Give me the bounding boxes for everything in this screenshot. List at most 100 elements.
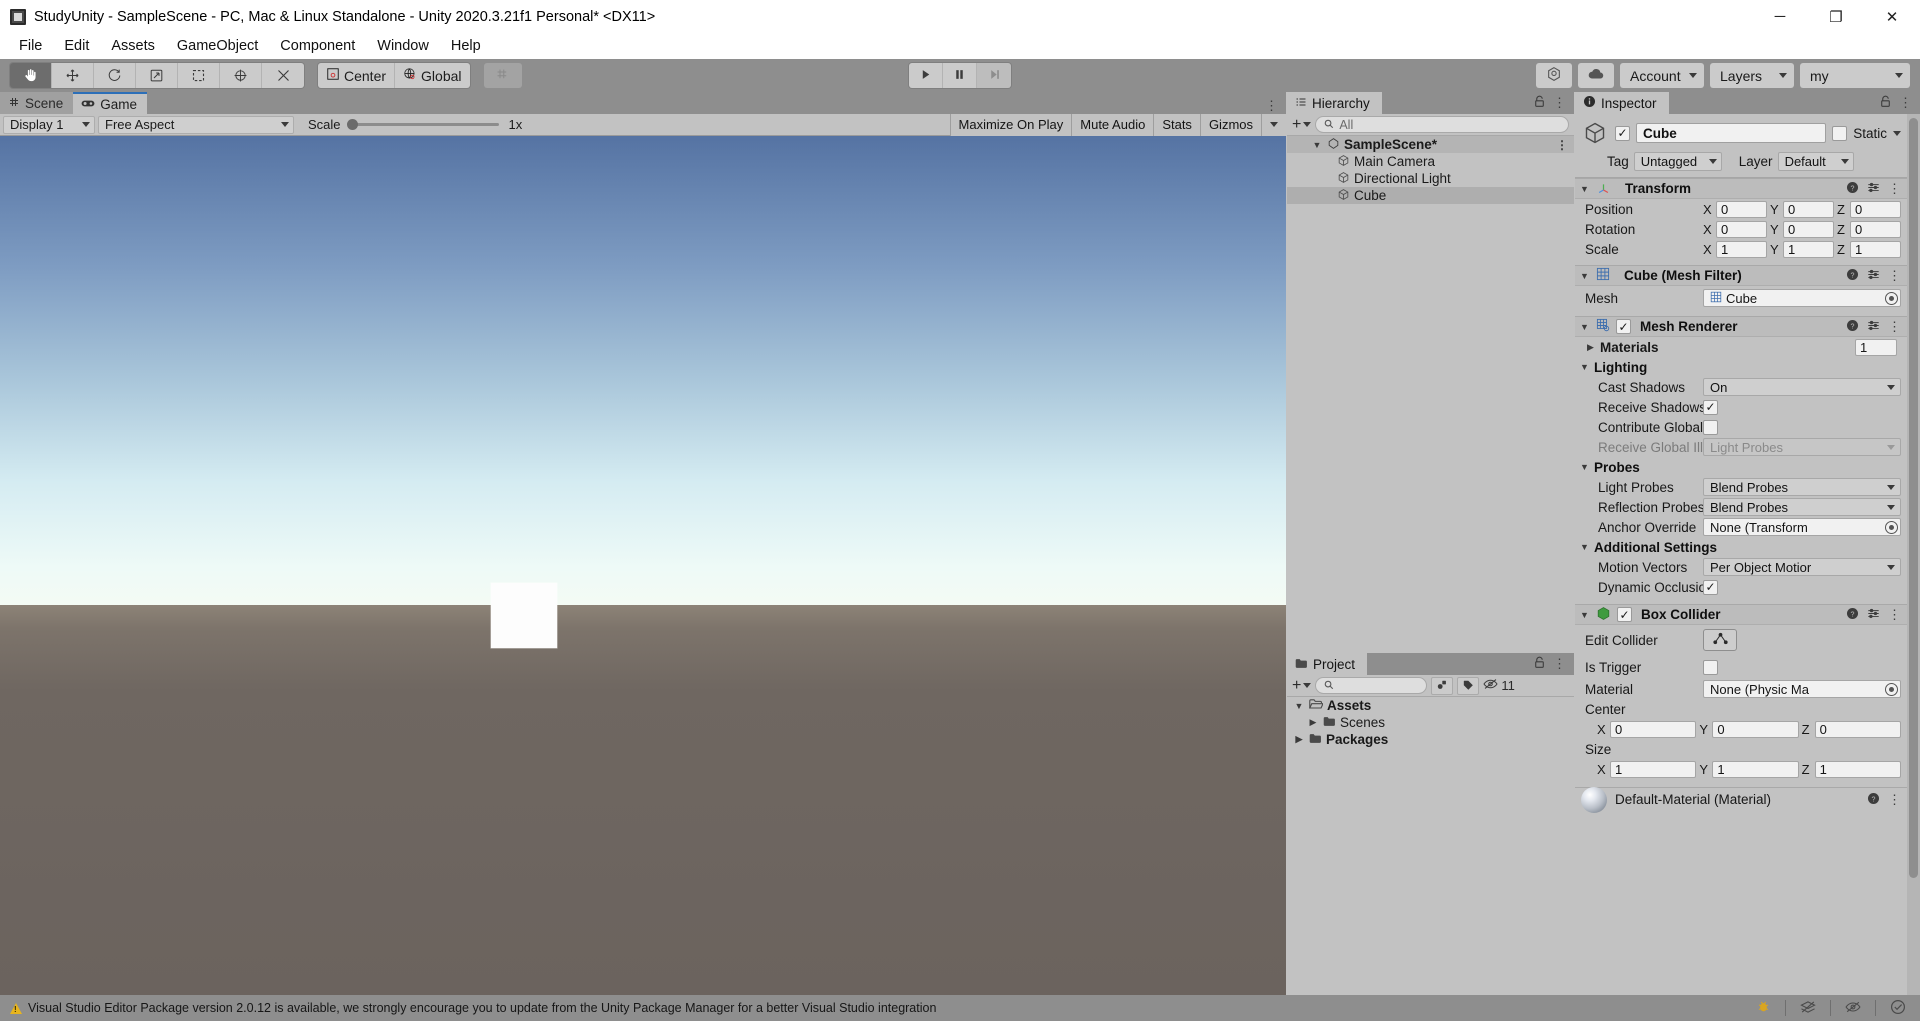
project-row-assets[interactable]: ▼ Assets	[1287, 697, 1574, 714]
dynamic-occlusion-checkbox[interactable]: ✓	[1703, 579, 1718, 595]
pause-button[interactable]	[943, 63, 977, 88]
foldout-expanded-icon[interactable]: ▼	[1293, 701, 1305, 711]
scale-z-input[interactable]: 1	[1850, 240, 1901, 258]
materials-count-input[interactable]: 1	[1855, 338, 1897, 356]
gizmos-toggle[interactable]: Gizmos	[1199, 113, 1261, 136]
cloud-button[interactable]	[1578, 63, 1614, 88]
foldout-expanded-icon[interactable]: ▼	[1579, 362, 1590, 372]
anchor-override-object-field[interactable]: None (Transform	[1703, 518, 1901, 536]
gameobject-enabled-checkbox[interactable]: ✓	[1615, 125, 1630, 141]
rotation-x-input[interactable]: 0	[1716, 220, 1767, 238]
hierarchy-row-cube[interactable]: Cube	[1287, 187, 1574, 204]
create-gameobject-button[interactable]: +	[1292, 116, 1312, 134]
mesh-object-field[interactable]: Cube	[1703, 289, 1901, 307]
scale-slider-knob[interactable]	[346, 119, 358, 130]
position-x-input[interactable]: 0	[1716, 200, 1767, 218]
project-row-scenes[interactable]: ▶ Scenes	[1287, 714, 1574, 731]
light-probes-dropdown[interactable]: Blend Probes	[1703, 478, 1901, 496]
lock-icon[interactable]	[1880, 95, 1891, 111]
foldout-expanded-icon[interactable]: ▼	[1579, 184, 1590, 194]
search-by-type-button[interactable]	[1431, 676, 1454, 695]
position-z-input[interactable]: 0	[1850, 200, 1901, 218]
gizmos-dropdown[interactable]	[1261, 113, 1286, 136]
hierarchy-search-input[interactable]: All	[1315, 116, 1569, 133]
create-asset-button[interactable]: +	[1292, 677, 1312, 695]
game-panel-menu-button[interactable]: ⋮	[1265, 98, 1278, 114]
bug-report-icon[interactable]	[1756, 999, 1771, 1017]
project-search-input[interactable]	[1315, 677, 1428, 694]
rotate-tool-button[interactable]	[94, 63, 136, 88]
preset-icon[interactable]	[1867, 181, 1880, 197]
material-preview-header[interactable]: Default-Material (Material) ? ⋮	[1575, 786, 1907, 813]
materials-row[interactable]: ▶ Materials 1	[1575, 337, 1907, 357]
contribute-global-checkbox[interactable]: ✓	[1703, 419, 1718, 435]
hierarchy-menu-button[interactable]: ⋮	[1553, 95, 1566, 111]
collider-size-x-input[interactable]: 1	[1610, 760, 1697, 778]
transform-component-header[interactable]: ▼ Transform ? ⋮	[1575, 178, 1907, 199]
rect-tool-button[interactable]	[178, 63, 220, 88]
mesh-renderer-component-header[interactable]: ▼ ✓ Mesh Renderer ? ⋮	[1575, 316, 1907, 337]
collider-center-z-input[interactable]: 0	[1814, 720, 1901, 738]
tab-scene[interactable]: Scene	[0, 92, 74, 114]
component-menu-button[interactable]: ⋮	[1888, 319, 1901, 335]
rotation-z-input[interactable]: 0	[1850, 220, 1901, 238]
cast-shadows-dropdown[interactable]: On	[1703, 378, 1901, 396]
hand-tool-button[interactable]	[10, 63, 52, 88]
help-icon[interactable]: ?	[1846, 181, 1859, 197]
foldout-collapsed-icon[interactable]: ▶	[1293, 734, 1305, 745]
chevron-down-icon[interactable]	[1893, 130, 1901, 136]
mesh-renderer-enabled-checkbox[interactable]: ✓	[1616, 319, 1631, 334]
display-dropdown[interactable]: Display 1	[3, 115, 95, 134]
object-picker-icon[interactable]	[1885, 520, 1898, 534]
scale-tool-button[interactable]	[136, 63, 178, 88]
hierarchy-row-scene[interactable]: ▼ SampleScene* ⋮	[1287, 136, 1574, 153]
hierarchy-row-directional-light[interactable]: Directional Light	[1287, 170, 1574, 187]
step-button[interactable]	[977, 63, 1011, 88]
menu-help[interactable]: Help	[440, 35, 492, 57]
orientation-mode-button[interactable]: Global	[395, 63, 470, 88]
box-collider-enabled-checkbox[interactable]: ✓	[1617, 607, 1632, 622]
tab-hierarchy[interactable]: Hierarchy	[1287, 92, 1382, 114]
gameobject-name-input[interactable]: Cube	[1636, 123, 1827, 143]
search-by-label-button[interactable]	[1457, 676, 1480, 695]
collider-material-object-field[interactable]: None (Physic Ma	[1703, 680, 1901, 698]
foldout-expanded-icon[interactable]: ▼	[1311, 140, 1323, 150]
inspector-menu-button[interactable]: ⋮	[1899, 95, 1912, 111]
foldout-expanded-icon[interactable]: ▼	[1579, 610, 1590, 620]
inspector-scrollbar-thumb[interactable]	[1909, 118, 1918, 878]
maximize-button[interactable]: ❐	[1808, 0, 1864, 33]
reflection-probes-dropdown[interactable]: Blend Probes	[1703, 498, 1901, 516]
motion-vectors-dropdown[interactable]: Per Object Motior	[1703, 558, 1901, 576]
grid-snapping-button[interactable]	[483, 63, 522, 88]
minimize-button[interactable]: ─	[1752, 0, 1808, 33]
static-checkbox[interactable]: ✓	[1832, 125, 1848, 141]
tag-dropdown[interactable]: Untagged	[1633, 152, 1722, 171]
additional-settings-section-header[interactable]: ▼ Additional Settings	[1575, 537, 1907, 557]
hidden-packages-indicator[interactable]: 11	[1483, 678, 1515, 693]
probes-section-header[interactable]: ▼ Probes	[1575, 457, 1907, 477]
preset-icon[interactable]	[1867, 268, 1880, 284]
project-menu-button[interactable]: ⋮	[1553, 656, 1566, 672]
foldout-expanded-icon[interactable]: ▼	[1579, 462, 1590, 472]
close-button[interactable]: ✕	[1864, 0, 1920, 33]
visibility-off-icon[interactable]	[1845, 1000, 1861, 1017]
rotation-y-input[interactable]: 0	[1783, 220, 1834, 238]
mesh-filter-component-header[interactable]: ▼ Cube (Mesh Filter) ? ⋮	[1575, 265, 1907, 286]
tab-project[interactable]: Project	[1287, 653, 1368, 675]
help-icon[interactable]: ?	[1846, 268, 1859, 284]
lock-icon[interactable]	[1534, 95, 1545, 111]
preset-icon[interactable]	[1867, 607, 1880, 623]
object-picker-icon[interactable]	[1885, 682, 1898, 696]
check-circle-icon[interactable]	[1890, 999, 1906, 1018]
materials-foldout[interactable]: ▶ Materials	[1585, 340, 1659, 355]
help-icon[interactable]: ?	[1867, 792, 1880, 808]
move-tool-button[interactable]	[52, 63, 94, 88]
position-y-input[interactable]: 0	[1783, 200, 1834, 218]
inspector-scrollbar[interactable]	[1907, 114, 1920, 995]
project-row-packages[interactable]: ▶ Packages	[1287, 731, 1574, 748]
foldout-expanded-icon[interactable]: ▼	[1579, 322, 1590, 332]
menu-edit[interactable]: Edit	[53, 35, 100, 57]
scale-slider[interactable]	[346, 119, 499, 130]
custom-editor-tool-button[interactable]	[262, 63, 304, 88]
edit-collider-button[interactable]	[1703, 629, 1737, 651]
